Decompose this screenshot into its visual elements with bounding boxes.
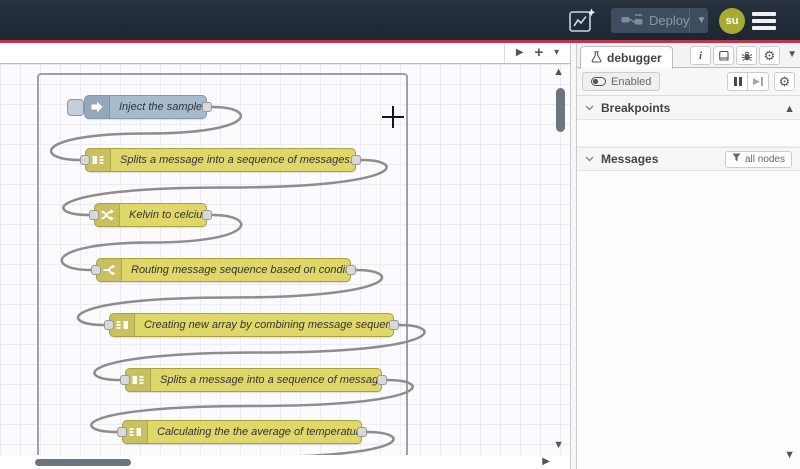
scroll-tabs-right-icon[interactable]: ▶ — [516, 48, 524, 58]
chevron-down-icon — [585, 105, 594, 111]
pause-button[interactable] — [727, 72, 748, 91]
node-label: Kelvin to celcius — [129, 209, 206, 221]
canvas-scroll-down-icon[interactable]: ▼ — [553, 439, 564, 451]
sidebar-scroll-down-icon[interactable]: ▼ — [784, 449, 795, 461]
inject-trigger-button[interactable] — [67, 99, 84, 116]
user-avatar[interactable]: su — [719, 8, 745, 34]
enabled-label: Enabled — [611, 75, 652, 88]
node-output-port[interactable] — [377, 375, 387, 385]
message-filter-label: all nodes — [744, 153, 785, 165]
node-output-port[interactable] — [357, 427, 367, 437]
sidebar-tab-bar: debugger i ⚙ ▼ — [577, 43, 800, 69]
debugger-enabled-toggle[interactable]: Enabled — [582, 72, 661, 91]
flow-canvas[interactable]: Inject the sample data Splits a message i… — [0, 64, 570, 455]
debugger-settings-gear-icon[interactable]: ⚙ — [774, 72, 795, 91]
step-next-button[interactable]: ▶ — [748, 72, 769, 91]
header-bar: Deploy ▼ su — [0, 0, 800, 43]
book-icon[interactable] — [713, 46, 734, 65]
breakpoints-label: Breakpoints — [601, 100, 671, 115]
flask-icon — [591, 50, 602, 66]
pause-icon — [733, 73, 743, 91]
debugger-toolbar: Enabled ▶ ⚙ — [577, 68, 800, 96]
flow-list-caret-icon[interactable]: ▾ — [554, 48, 559, 58]
deploy-options-caret[interactable]: ▼ — [689, 8, 713, 33]
node-label: Routing message sequence based on condit… — [131, 264, 350, 276]
flow-node-split[interactable]: Splits a message into a sequence of mess… — [80, 148, 361, 172]
node-label: Calculating the the average of temperatu… — [157, 426, 361, 438]
inject-arrow-icon — [85, 96, 110, 118]
hamburger-menu-icon[interactable] — [752, 12, 776, 31]
node-output-port[interactable] — [389, 320, 399, 330]
chevron-down-icon — [585, 156, 594, 162]
messages-section-header[interactable]: Messages all nodes — [577, 147, 800, 171]
node-label: Splits a message into a sequence of mess… — [120, 154, 353, 166]
debug-sidebar: debugger i ⚙ ▼ Enabled ▶ ⚙ Breakpoints M… — [577, 43, 800, 469]
node-red-app: Deploy ▼ su ▶ + ▾ Inject the sample data… — [0, 0, 800, 469]
tab-debugger-label: debugger — [607, 51, 662, 65]
node-output-port[interactable] — [351, 155, 361, 165]
node-input-port[interactable] — [120, 375, 130, 385]
node-label: Creating new array by combining message … — [144, 319, 393, 331]
flow-node-join[interactable]: Calculating the the average of temperatu… — [117, 420, 367, 444]
flow-node-inject[interactable]: Inject the sample data — [67, 95, 212, 119]
canvas-horizontal-scroll-area: ▶ — [0, 455, 570, 469]
bug-icon[interactable] — [736, 46, 757, 65]
add-flow-button[interactable]: + — [534, 45, 543, 60]
canvas-scroll-up-icon[interactable]: ▲ — [553, 66, 564, 78]
node-output-port[interactable] — [202, 102, 212, 112]
message-filter-button[interactable]: all nodes — [724, 150, 792, 168]
node-input-port[interactable] — [80, 155, 90, 165]
messages-label: Messages — [601, 152, 659, 166]
flow-node-join[interactable]: Creating new array by combining message … — [104, 313, 399, 337]
tab-debugger[interactable]: debugger — [580, 46, 673, 69]
workspace-tab-controls: ▶ + ▾ — [504, 43, 570, 63]
node-input-port[interactable] — [91, 265, 101, 275]
gear-icon[interactable]: ⚙ — [759, 46, 780, 65]
flow-node-change[interactable]: Kelvin to celcius — [89, 203, 212, 227]
info-icon[interactable]: i — [690, 46, 711, 65]
breakpoints-list — [577, 120, 800, 147]
flow-node-split[interactable]: Splits a message into a sequence of mess… — [120, 368, 387, 392]
breakpoints-section-header[interactable]: Breakpoints — [577, 96, 800, 120]
deploy-label: Deploy — [649, 13, 690, 28]
node-input-port[interactable] — [117, 427, 127, 437]
deploy-nodes-icon — [621, 14, 643, 27]
sidebar-splitter[interactable] — [570, 43, 577, 469]
sidebar-tabs-caret-icon[interactable]: ▼ — [787, 49, 797, 60]
node-output-port[interactable] — [346, 265, 356, 275]
canvas-horizontal-scrollbar[interactable] — [35, 459, 131, 466]
deploy-button[interactable]: Deploy ▼ — [611, 8, 708, 33]
node-label: Splits a message into a sequence of mess… — [160, 374, 381, 386]
canvas-scroll-right-icon[interactable]: ▶ — [542, 456, 550, 467]
toggle-icon — [591, 77, 606, 86]
step-next-icon: ▶ — [753, 76, 763, 87]
node-label: Inject the sample data — [119, 101, 206, 113]
canvas-vertical-scrollbar[interactable] — [556, 88, 565, 132]
avatar-initials: su — [725, 15, 739, 27]
node-input-port[interactable] — [104, 320, 114, 330]
node-input-port[interactable] — [89, 210, 99, 220]
sidebar-scroll-up-icon[interactable]: ▲ — [784, 103, 795, 115]
flow-chart-sparkle-icon[interactable] — [567, 7, 597, 34]
node-output-port[interactable] — [202, 210, 212, 220]
funnel-icon — [732, 153, 741, 165]
workspace-tab-bar: ▶ + ▾ — [0, 43, 570, 64]
flow-node-switch[interactable]: Routing message sequence based on condit… — [91, 258, 356, 282]
